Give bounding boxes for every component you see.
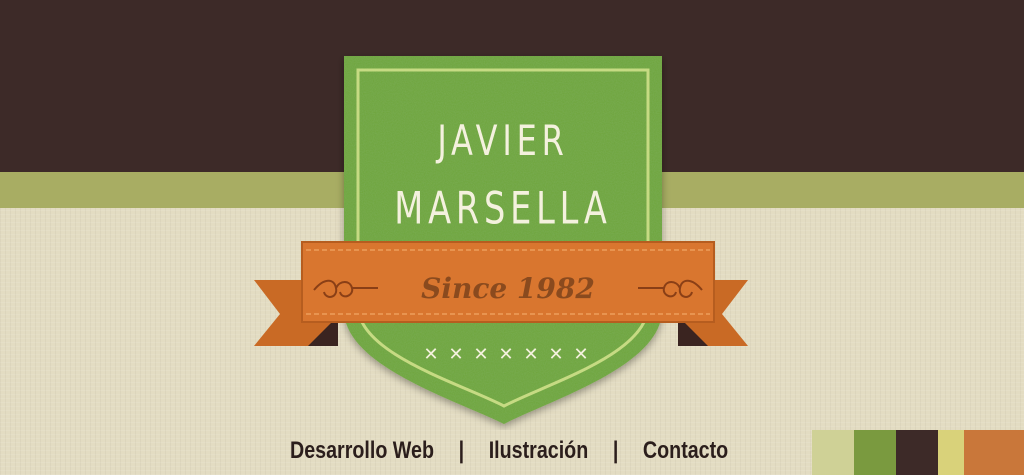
main-nav: Desarrollo Web | Ilustración | Contacto [290,432,728,470]
nav-separator: | [612,437,619,464]
nav-link-contacto[interactable]: Contacto [643,437,728,465]
stitch-icon: ✕ [548,344,563,365]
logo-crest[interactable]: JAVIER MARSELLA Since 1982 ✕ ✕ ✕ ✕ ✕ ✕ ✕ [250,48,766,430]
grass-shield [344,56,662,424]
name-line-2: MARSELLA [394,184,611,235]
nav-separator: | [458,437,465,464]
palette-swatch [938,430,964,475]
stitch-icon: ✕ [423,344,438,365]
palette-swatch [854,430,896,475]
stitch-icon: ✕ [573,344,588,365]
nav-link-ilustracion[interactable]: Ilustración [489,437,589,465]
color-palette [812,430,1024,475]
stitch-icon: ✕ [448,344,463,365]
palette-swatch [896,430,938,475]
palette-swatch [812,430,854,475]
stitch-icon: ✕ [498,344,513,365]
stitch-icon: ✕ [473,344,488,365]
stitch-icon: ✕ [523,344,538,365]
palette-swatch [964,430,1024,475]
name-line-1: JAVIER [436,116,569,165]
since-label: Since 1982 [421,272,595,305]
nav-link-desarrollo-web[interactable]: Desarrollo Web [290,437,434,465]
